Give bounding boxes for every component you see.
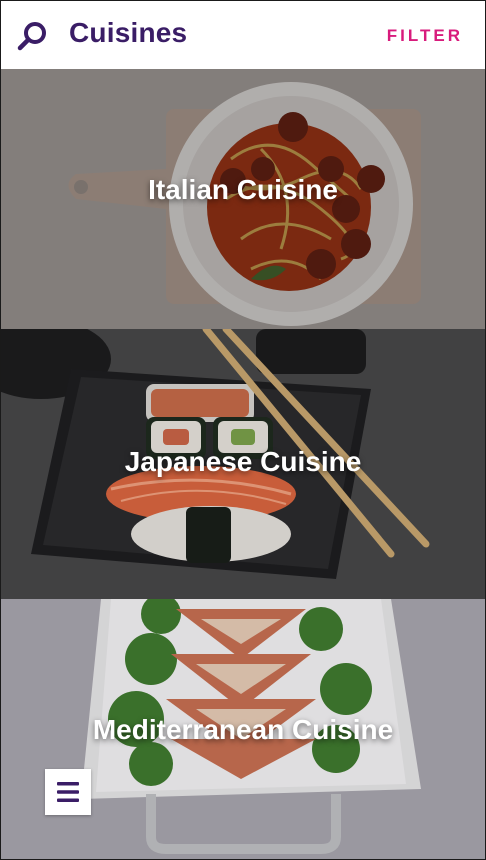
app-header: Cuisines FILTER: [1, 1, 485, 70]
cuisine-label-mediterranean: Mediterranean Cuisine: [92, 714, 394, 745]
app-frame: Cuisines FILTER Italian Cuisine Japanese…: [0, 0, 486, 860]
page-title: Cuisines: [69, 17, 188, 48]
menu-button[interactable]: [45, 769, 91, 815]
hamburger-menu-icon: [57, 782, 79, 802]
cuisine-card-japanese[interactable]: Japanese Cuisine: [1, 329, 485, 599]
search-button[interactable]: [15, 19, 49, 53]
cuisine-label-italian: Italian Cuisine: [148, 174, 338, 205]
cuisine-card-mediterranean[interactable]: Mediterranean Cuisine: [1, 599, 485, 859]
cuisine-card-italian[interactable]: Italian Cuisine: [1, 69, 485, 329]
cuisine-label-japanese: Japanese Cuisine: [124, 446, 362, 477]
search-icon: [17, 22, 46, 51]
filter-button[interactable]: FILTER: [387, 26, 463, 46]
